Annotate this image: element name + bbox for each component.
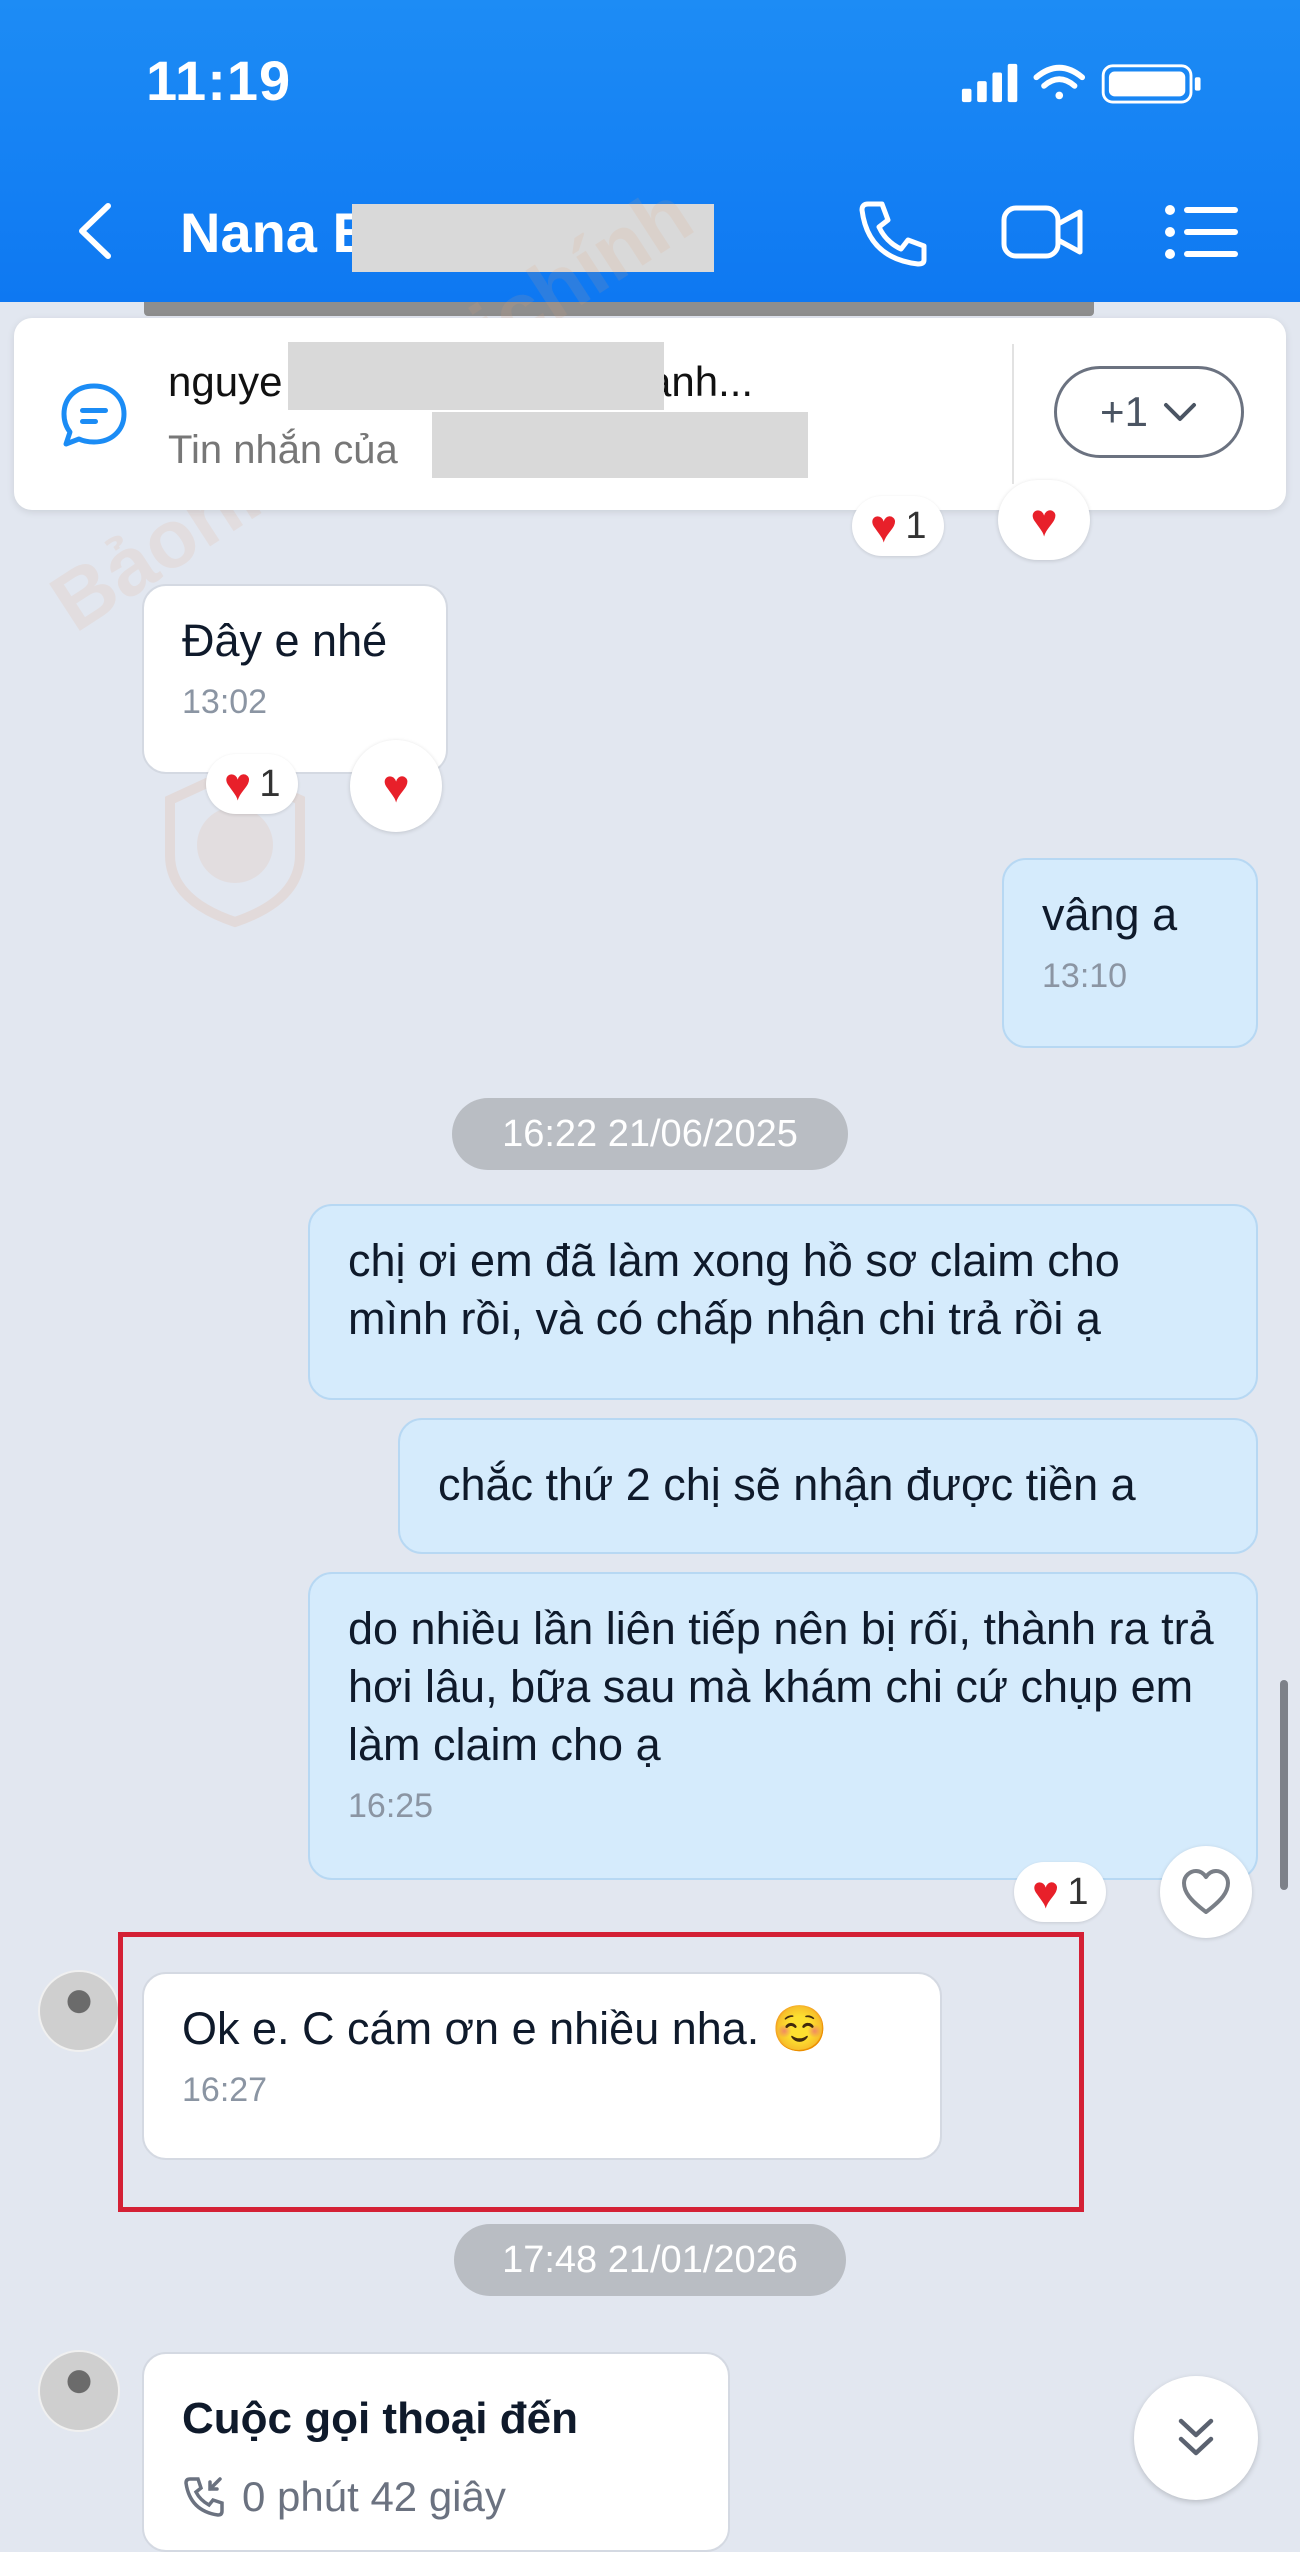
reaction-count: 1 — [905, 504, 927, 547]
message-time: 16:25 — [348, 1787, 434, 1825]
message-text: Đây e nhé — [182, 615, 388, 666]
battery-icon — [1101, 64, 1201, 104]
react-button[interactable] — [1160, 1846, 1252, 1938]
redacted-title-block — [288, 342, 664, 410]
status-time: 11:19 — [146, 49, 292, 112]
status-icons — [961, 63, 1201, 104]
reaction-summary[interactable]: ♥ 1 — [852, 496, 945, 556]
message-bubble-outgoing[interactable]: vâng a 13:10 — [1002, 858, 1258, 1048]
message-text: do nhiều lần liên tiếp nên bị rối, thành… — [348, 1603, 1214, 1770]
pinned-title: nguye — [168, 358, 282, 406]
reaction-summary[interactable]: ♥ 1 — [206, 754, 299, 814]
date-separator-text: 16:22 21/06/2025 — [502, 1112, 798, 1155]
heart-icon: ♥ — [1030, 494, 1058, 546]
message-bubble-outgoing[interactable]: chắc thứ 2 chị sẽ nhận được tiền a — [398, 1418, 1258, 1554]
message-text: chị ơi em đã làm xong hồ sơ claim cho mì… — [348, 1235, 1120, 1344]
double-chevron-down-icon — [1178, 2418, 1214, 2456]
date-separator-text: 17:48 21/01/2026 — [502, 2238, 798, 2281]
reaction-count: 1 — [259, 762, 281, 805]
heart-icon: ♥ — [870, 500, 898, 552]
pinned-subtitle: Tin nhắn của — [168, 428, 398, 472]
reaction-count: 1 — [1067, 1870, 1089, 1913]
pinned-more-button[interactable]: +1 — [1054, 366, 1244, 458]
signal-icon — [961, 63, 1018, 103]
message-time: 13:02 — [182, 683, 268, 721]
message-time: 13:10 — [1042, 957, 1128, 995]
heart-outline-icon — [1182, 1869, 1230, 1914]
pinned-title-start: nguye — [168, 358, 283, 405]
incoming-call-icon — [184, 2477, 224, 2517]
message-bubble-outgoing[interactable]: do nhiều lần liên tiếp nên bị rối, thành… — [308, 1572, 1258, 1880]
scrollbar[interactable] — [1280, 1680, 1288, 1890]
wifi-icon — [1033, 64, 1086, 100]
message-text: vâng a — [1042, 889, 1178, 940]
pinned-divider — [1012, 344, 1014, 484]
contact-name[interactable]: Nana B — [180, 200, 373, 265]
scroll-to-bottom-button[interactable] — [1134, 2376, 1258, 2500]
message-text: chắc thứ 2 chị sẽ nhận được tiền a — [438, 1459, 1136, 1510]
heart-icon: ♥ — [224, 758, 252, 810]
list-menu-icon[interactable] — [1160, 194, 1244, 270]
reaction-summary[interactable]: ♥ 1 — [1014, 1862, 1107, 1922]
call-duration-row: 0 phút 42 giây — [182, 2468, 690, 2526]
react-heart-button[interactable]: ♥ — [350, 740, 442, 832]
react-heart-button[interactable]: ♥ — [998, 480, 1090, 560]
redacted-subtitle-block — [432, 412, 808, 478]
chat-bubble-icon — [61, 383, 127, 447]
avatar[interactable] — [38, 2350, 120, 2432]
date-separator: 16:22 21/06/2025 — [452, 1098, 848, 1170]
back-chevron-icon[interactable] — [66, 198, 126, 264]
call-duration: 0 phút 42 giây — [242, 2473, 506, 2520]
avatar[interactable] — [38, 1970, 120, 2052]
heart-icon: ♥ — [382, 760, 410, 812]
chevron-down-icon — [1163, 403, 1196, 421]
date-separator: 17:48 21/01/2026 — [454, 2224, 846, 2296]
pinned-message-bar[interactable]: nguye anh... Tin nhắn của +1 — [14, 318, 1286, 510]
call-card[interactable]: Cuộc gọi thoại đến 0 phút 42 giây — [142, 2352, 730, 2552]
call-title: Cuộc gọi thoại đến — [182, 2394, 578, 2443]
pinned-more-label: +1 — [1100, 388, 1148, 435]
heart-icon: ♥ — [1032, 1866, 1060, 1918]
highlight-box — [118, 1932, 1084, 2212]
message-bubble-outgoing[interactable]: chị ơi em đã làm xong hồ sơ claim cho mì… — [308, 1204, 1258, 1400]
